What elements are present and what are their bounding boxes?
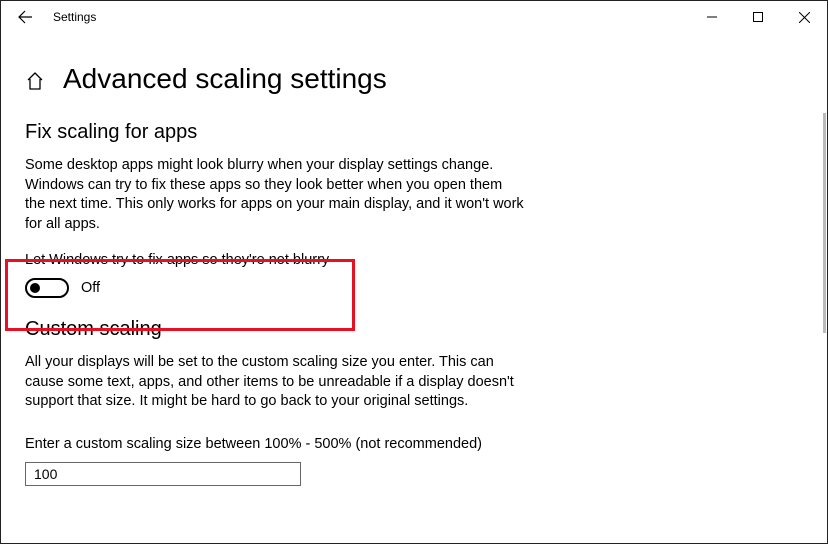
custom-scaling-heading: Custom scaling [25,318,803,341]
minimize-icon [707,12,717,22]
content-area: Advanced scaling settings Fix scaling fo… [1,33,827,543]
home-button[interactable] [25,71,45,91]
back-arrow-icon [17,9,33,25]
custom-scaling-field-label: Enter a custom scaling size between 100%… [25,436,803,452]
page-title: Advanced scaling settings [63,63,387,95]
minimize-button[interactable] [689,1,735,33]
page-header: Advanced scaling settings [25,63,803,95]
title-bar: Settings [1,1,827,33]
toggle-knob-icon [30,283,40,293]
window-controls [689,1,827,33]
maximize-icon [753,12,763,22]
fix-scaling-toggle-state: Off [81,280,100,296]
fix-scaling-toggle-row: Off [25,278,803,298]
back-button[interactable] [7,1,43,33]
close-icon [799,12,810,23]
fix-scaling-heading: Fix scaling for apps [25,121,803,144]
fix-scaling-toggle[interactable] [25,278,69,298]
close-button[interactable] [781,1,827,33]
custom-scaling-description: All your displays will be set to the cus… [25,353,525,412]
fix-scaling-description: Some desktop apps might look blurry when… [25,156,525,234]
maximize-button[interactable] [735,1,781,33]
custom-scaling-input[interactable] [25,462,301,486]
window-title: Settings [53,10,96,24]
home-icon [25,71,45,91]
fix-scaling-toggle-label: Let Windows try to fix apps so they're n… [25,252,803,268]
scrollbar[interactable] [823,113,826,333]
